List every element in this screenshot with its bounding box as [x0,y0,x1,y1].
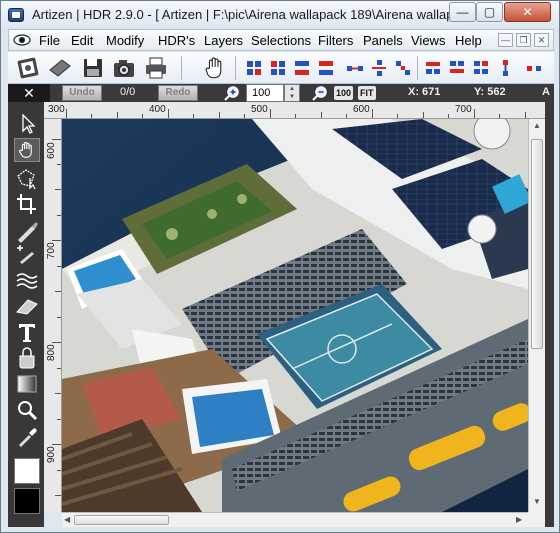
menu-panels[interactable]: Panels [363,33,403,48]
align-right-icon[interactable] [316,58,336,78]
zoom-fit-button[interactable]: FIT [358,86,376,100]
ruler-label: 300 [48,104,65,115]
ruler-label: 700 [455,104,472,115]
align-top-right-icon[interactable] [268,58,288,78]
align-left-icon[interactable] [292,58,312,78]
distribute-vertical-icon[interactable] [393,58,413,78]
window-title: Artizen | HDR 2.9.0 - [ Artizen | F:\pic… [32,7,474,22]
close-image-button[interactable]: ✕ [8,84,50,102]
redo-button[interactable]: Redo [158,85,198,101]
ruler-label: 500 [251,104,268,115]
flip-middle-icon[interactable] [447,58,467,78]
cursor-x-readout: X: 671 [408,86,441,98]
arrange-back-icon[interactable] [524,58,544,78]
eye-icon[interactable] [13,34,31,46]
flip-top-icon[interactable] [423,58,443,78]
camera-icon[interactable] [112,56,136,80]
ruler-label: 400 [149,104,166,115]
toolbar-separator [181,56,182,80]
scroll-corner [528,512,545,527]
menu-modify[interactable]: Modify [106,33,144,48]
horizontal-ruler: 300 400 500 600 700 [44,102,545,119]
foreground-color-swatch[interactable] [14,458,40,484]
lasso-tool-icon[interactable] [14,166,40,190]
mdi-restore-button[interactable]: ❐ [516,33,531,47]
tool-panel [8,102,44,527]
distribute-horizontal-icon[interactable] [345,58,365,78]
maximize-button[interactable]: ▢ [476,2,503,22]
fill-bucket-icon[interactable] [14,346,40,370]
text-tool-icon[interactable] [14,320,40,344]
menu-file[interactable]: File [39,33,60,48]
align-top-left-icon[interactable] [244,58,264,78]
ruler-label: 800 [46,344,57,361]
scroll-left-arrow[interactable]: ◀ [64,515,70,524]
toolbar-separator [417,56,418,80]
crop-tool-icon[interactable] [14,192,40,216]
menu-hdrs[interactable]: HDR's [158,33,195,48]
mdi-close-button[interactable]: ✕ [534,33,549,47]
open-file-icon[interactable] [48,56,72,80]
hand-tool-icon[interactable] [203,55,229,81]
new-image-icon[interactable] [16,56,40,80]
flip-bottom-icon[interactable] [471,58,491,78]
ruler-label: 900 [46,446,57,463]
zoom-spinner[interactable]: ▲ ▼ [284,84,300,102]
horizontal-scroll-thumb[interactable] [74,515,169,525]
minimize-button[interactable]: — [449,2,476,22]
zoom-100-button[interactable]: 100 [334,86,354,100]
options-bar: ✕ Undo 0/0 Redo 100 ▲ ▼ 100 FIT X: 671 Y:… [8,84,554,102]
brush-tool-icon[interactable] [14,220,40,244]
horizontal-scrollbar[interactable]: ◀ ▶ [62,512,528,527]
vertical-scrollbar[interactable]: ▲ ▼ [528,119,545,512]
menu-bar: File Edit Modify HDR's Layers Selections… [8,29,554,51]
zoom-out-icon[interactable] [312,85,328,101]
print-icon[interactable] [144,56,168,80]
toolbar-separator [235,56,236,80]
gradient-tool-icon[interactable] [14,372,40,396]
main-toolbar [8,52,554,84]
app-window: Artizen | HDR 2.9.0 - [ Artizen | F:\pic… [0,0,560,533]
undo-button[interactable]: Undo [62,85,102,101]
arrange-front-icon[interactable] [495,58,515,78]
menu-help[interactable]: Help [455,33,482,48]
cursor-y-readout: Y: 562 [474,86,506,98]
zoom-in-icon[interactable] [224,85,240,101]
ruler-label: 700 [46,242,57,259]
ruler-label: 600 [46,142,57,159]
eyedropper-tool-icon[interactable] [14,424,40,448]
menu-filters[interactable]: Filters [318,33,353,48]
menu-edit[interactable]: Edit [71,33,93,48]
ruler-label: 600 [353,104,370,115]
zoom-tool-icon[interactable] [14,398,40,422]
pointer-tool-icon[interactable] [14,112,40,136]
right-panel-strip [545,102,554,527]
mdi-minimize-button[interactable]: — [498,33,513,47]
eraser-tool-icon[interactable] [14,294,40,318]
zoom-input[interactable]: 100 [246,84,284,102]
app-logo-icon [8,8,24,22]
distribute-center-icon[interactable] [369,58,389,78]
background-color-swatch[interactable] [14,488,40,514]
menu-layers[interactable]: Layers [204,33,243,48]
scroll-down-arrow[interactable]: ▼ [533,497,541,506]
image-canvas[interactable] [62,119,528,512]
scroll-up-arrow[interactable]: ▲ [533,121,541,130]
save-icon[interactable] [81,56,105,80]
options-overflow: A [542,86,550,98]
title-bar[interactable]: Artizen | HDR 2.9.0 - [ Artizen | F:\pic… [1,1,559,29]
cruise-ship-photo [62,119,528,512]
vertical-scroll-thumb[interactable] [531,139,543,349]
scroll-right-arrow[interactable]: ▶ [516,515,522,524]
hand-tool-icon [19,141,32,158]
clone-tool-icon[interactable] [14,244,40,268]
undo-count: 0/0 [120,86,136,98]
close-button[interactable]: ✕ [504,2,551,22]
smudge-tool-icon[interactable] [14,268,40,292]
vertical-ruler: 600 700 800 900 [44,119,62,512]
menu-views[interactable]: Views [411,33,445,48]
hand-tool[interactable] [14,138,40,162]
menu-selections[interactable]: Selections [251,33,311,48]
